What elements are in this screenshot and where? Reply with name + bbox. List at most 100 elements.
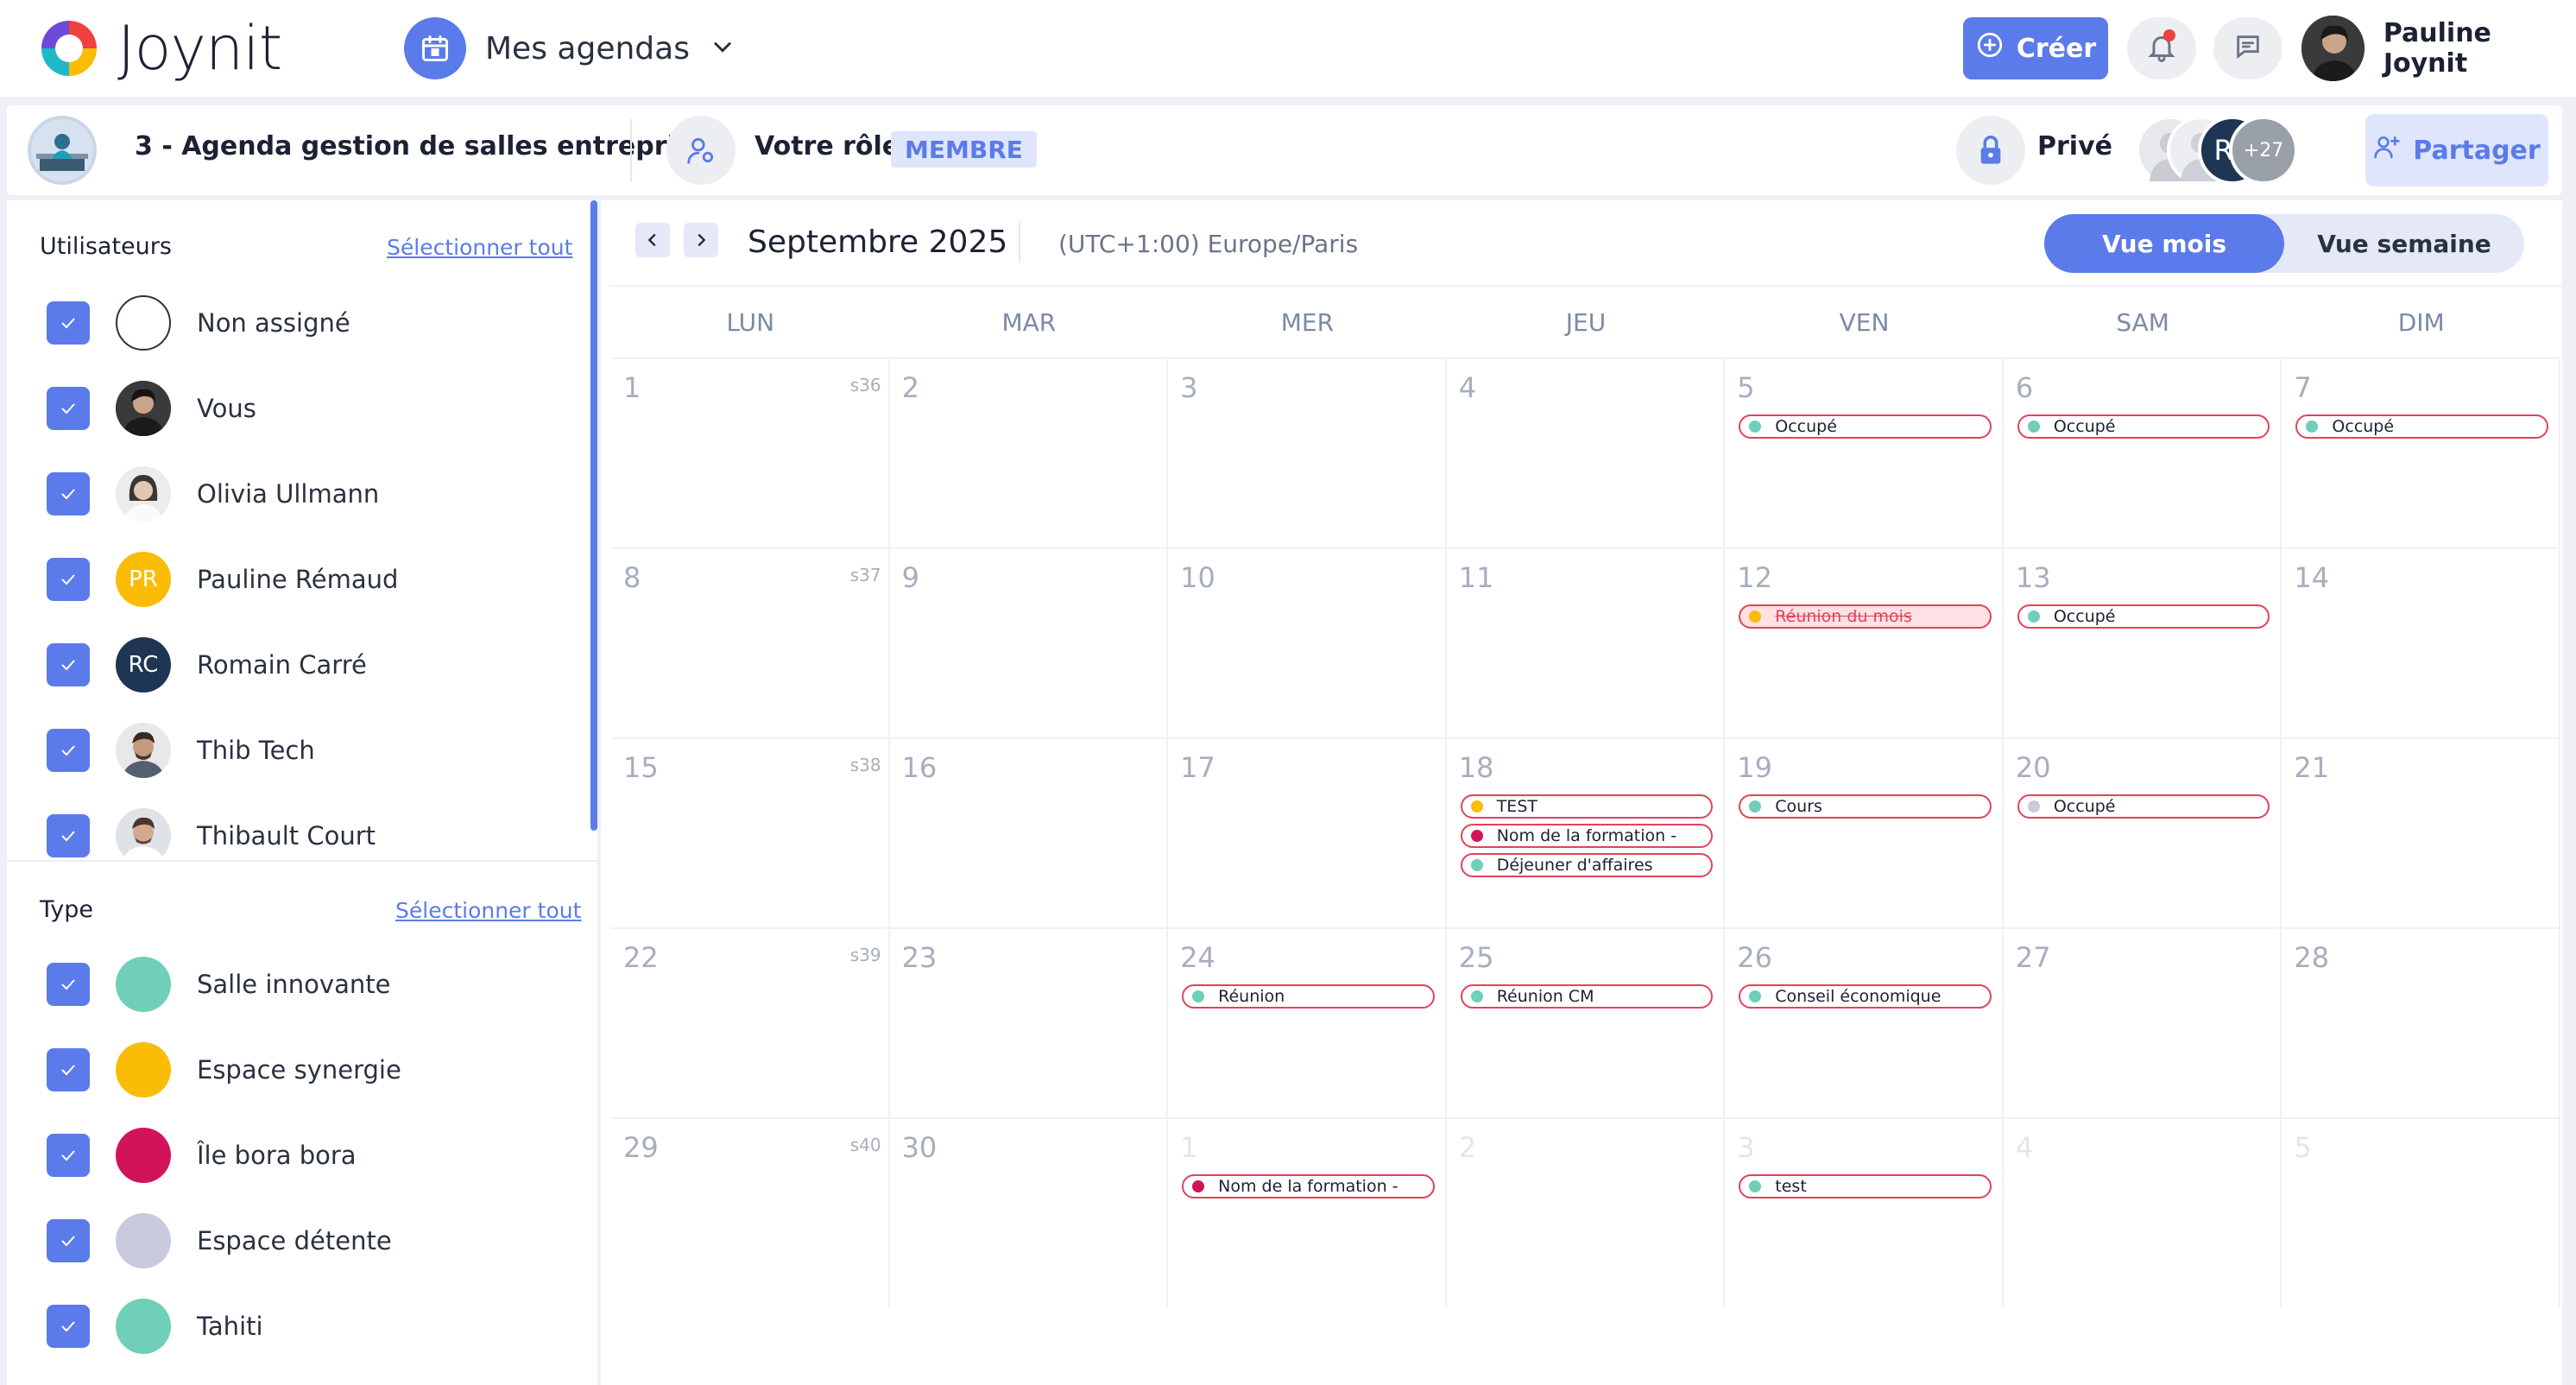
day-cell[interactable]: 12 Réunion du mois	[1725, 547, 2004, 737]
member-avatars[interactable]: RC +27	[2136, 116, 2300, 185]
day-cell[interactable]: 14	[2282, 547, 2560, 737]
day-cell[interactable]: 7 Occupé	[2282, 357, 2560, 547]
day-cell[interactable]: 5 Occupé	[1725, 357, 2004, 547]
day-cell[interactable]: 3 test	[1725, 1117, 2004, 1307]
user-filter-row[interactable]: RC Romain Carré	[47, 637, 367, 692]
check-icon	[61, 403, 75, 414]
checkbox-checked[interactable]	[47, 1305, 90, 1348]
checkbox-checked[interactable]	[47, 1048, 90, 1091]
checkbox-checked[interactable]	[47, 1134, 90, 1177]
day-cell[interactable]: 25 Réunion CM	[1446, 927, 1726, 1117]
user-filter-row[interactable]: Non assigné	[47, 295, 350, 351]
day-number: 9	[901, 561, 919, 594]
share-button[interactable]: Partager	[2365, 114, 2548, 187]
user-menu[interactable]: Pauline Joynit	[2301, 16, 2576, 81]
type-filter-row[interactable]: Espace détente	[47, 1213, 392, 1268]
my-agendas-dropdown[interactable]: Mes agendas	[404, 17, 735, 79]
month-view-button[interactable]: Vue mois	[2044, 214, 2284, 273]
previous-month-button[interactable]	[635, 223, 670, 257]
create-button[interactable]: Créer	[1963, 17, 2108, 79]
day-cell[interactable]: 26 Conseil économique	[1725, 927, 2004, 1117]
day-cell[interactable]: 4	[1446, 357, 1726, 547]
event-color-dot	[1192, 1180, 1205, 1192]
chevron-left-icon	[647, 233, 656, 247]
checkbox-checked[interactable]	[47, 963, 90, 1006]
users-scrollbar[interactable]	[590, 200, 597, 831]
day-cell[interactable]: 27	[2003, 927, 2282, 1117]
day-cell[interactable]: 10	[1168, 547, 1447, 737]
week-view-button[interactable]: Vue semaine	[2284, 214, 2524, 273]
check-icon	[61, 1321, 75, 1332]
types-select-all-link[interactable]: Sélectionner tout	[395, 898, 581, 923]
day-cell[interactable]: 5	[2282, 1117, 2560, 1307]
checkbox-checked[interactable]	[47, 729, 90, 772]
event-chip[interactable]: Réunion du mois	[1739, 604, 1992, 629]
day-cell[interactable]: 6 Occupé	[2003, 357, 2282, 547]
day-cell[interactable]: 24 Réunion	[1168, 927, 1447, 1117]
day-cell[interactable]: 19 Cours	[1725, 737, 2004, 927]
event-chip[interactable]: Nom de la formation -	[1460, 824, 1714, 848]
type-filter-row[interactable]: Espace synergie	[47, 1042, 401, 1097]
event-chip[interactable]: Réunion CM	[1460, 984, 1714, 1009]
event-chip[interactable]: TEST	[1460, 794, 1714, 819]
user-filter-row[interactable]: PR Pauline Rémaud	[47, 552, 398, 607]
event-chip[interactable]: Occupé	[2017, 794, 2270, 819]
user-filter-row[interactable]: Vous	[47, 381, 256, 436]
type-color-swatch	[116, 1128, 171, 1183]
checkbox-checked[interactable]	[47, 814, 90, 857]
day-cell[interactable]: 17	[1168, 737, 1447, 927]
day-cell[interactable]: 9	[889, 547, 1169, 737]
user-filter-row[interactable]: Olivia Ullmann	[47, 466, 379, 522]
event-chip[interactable]: Cours	[1739, 794, 1992, 819]
user-filter-row[interactable]: Thib Tech	[47, 723, 315, 778]
day-cell[interactable]: 2	[1446, 1117, 1726, 1307]
day-number: 12	[1737, 561, 1772, 594]
notifications-button[interactable]	[2127, 17, 2196, 79]
joynit-logo[interactable]: Joynit	[36, 13, 282, 84]
next-month-button[interactable]	[684, 223, 718, 257]
event-chip[interactable]: Occupé	[2017, 604, 2270, 629]
event-chip[interactable]: Réunion	[1182, 984, 1435, 1009]
day-cell[interactable]: 8 s37	[611, 547, 890, 737]
checkbox-checked[interactable]	[47, 1219, 90, 1262]
day-number: 24	[1180, 941, 1215, 974]
day-cell[interactable]: 2	[889, 357, 1169, 547]
event-chip[interactable]: Occupé	[1739, 414, 1992, 439]
event-chip[interactable]: Occupé	[2017, 414, 2270, 439]
type-filter-row[interactable]: Île bora bora	[47, 1128, 357, 1183]
day-cell[interactable]: 1 s36	[611, 357, 890, 547]
day-cell[interactable]: 4	[2003, 1117, 2282, 1307]
user-filter-row[interactable]: Thibault Court	[47, 808, 376, 863]
checkbox-checked[interactable]	[47, 301, 90, 345]
event-chip[interactable]: test	[1739, 1174, 1992, 1198]
day-cell[interactable]: 18 TEST Nom de la formation - Déjeuner d'af…	[1446, 737, 1726, 927]
day-cell[interactable]: 22 s39	[611, 927, 890, 1117]
day-cell[interactable]: 3	[1168, 357, 1447, 547]
weekday-header: LUN	[726, 307, 775, 337]
day-cell[interactable]: 28	[2282, 927, 2560, 1117]
day-cell[interactable]: 30	[889, 1117, 1169, 1307]
day-cell[interactable]: 16	[889, 737, 1169, 927]
checkbox-checked[interactable]	[47, 387, 90, 430]
users-select-all-link[interactable]: Sélectionner tout	[387, 235, 572, 260]
checkbox-checked[interactable]	[47, 472, 90, 515]
event-chip[interactable]: Nom de la formation -	[1182, 1174, 1435, 1198]
event-chip[interactable]: Occupé	[2295, 414, 2548, 439]
day-cell[interactable]: 1 Nom de la formation -	[1168, 1117, 1447, 1307]
type-filter-row[interactable]: Salle innovante	[47, 957, 390, 1012]
day-cell[interactable]: 29 s40	[611, 1117, 890, 1307]
day-cell[interactable]: 11	[1446, 547, 1726, 737]
type-filter-row[interactable]: Tahiti	[47, 1299, 263, 1354]
checkbox-checked[interactable]	[47, 643, 90, 686]
day-cell[interactable]: 20 Occupé	[2003, 737, 2282, 927]
day-cell[interactable]: 23	[889, 927, 1169, 1117]
checkbox-checked[interactable]	[47, 558, 90, 601]
event-chip[interactable]: Déjeuner d'affaires	[1460, 853, 1714, 877]
messages-button[interactable]	[2213, 17, 2282, 79]
event-title: Nom de la formation -	[1218, 1177, 1398, 1196]
day-cell[interactable]: 15 s38	[611, 737, 890, 927]
day-cell[interactable]: 13 Occupé	[2003, 547, 2282, 737]
day-cell[interactable]: 21	[2282, 737, 2560, 927]
event-chip[interactable]: Conseil économique	[1739, 984, 1992, 1009]
check-icon	[61, 1065, 75, 1076]
